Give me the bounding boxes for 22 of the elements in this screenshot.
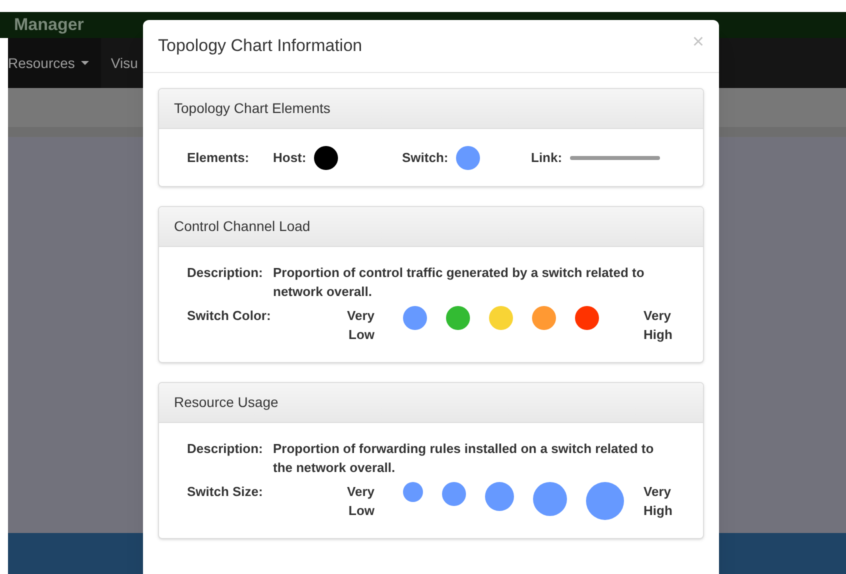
caret-icon — [80, 61, 89, 65]
description-text: Proportion of control traffic generated by a switch related to network overall. — [273, 264, 646, 301]
panel-title: Resource Usage — [174, 393, 278, 412]
scale-label: Switch Size: — [187, 483, 264, 501]
scale-high-label: Very High — [644, 483, 674, 520]
nav-item[interactable]: Visu — [100, 38, 138, 88]
description-label: Description: — [187, 440, 264, 458]
modal-title: Topology Chart Information — [158, 35, 362, 58]
scale-low-label: Very Low — [346, 483, 374, 520]
scale-label: Switch Color: — [187, 307, 272, 325]
element-label: Link: — [531, 148, 562, 167]
elements-label: Elements: — [187, 148, 250, 167]
description-text: Proportion of forwarding rules installed on a switch related to the network overall. — [273, 440, 655, 477]
panel-title: Control Channel Load — [174, 217, 310, 236]
brand-title: Manager — [14, 15, 84, 35]
panel-title: Topology Chart Elements — [174, 99, 330, 118]
scale-low-label: Very Low — [346, 307, 374, 344]
scale-high-label: Very High — [644, 307, 674, 344]
description-label: Description: — [187, 264, 264, 282]
element-label: Switch: — [402, 148, 448, 167]
element-label: Host: — [273, 148, 306, 167]
nav-item[interactable]: Resources — [8, 38, 101, 88]
